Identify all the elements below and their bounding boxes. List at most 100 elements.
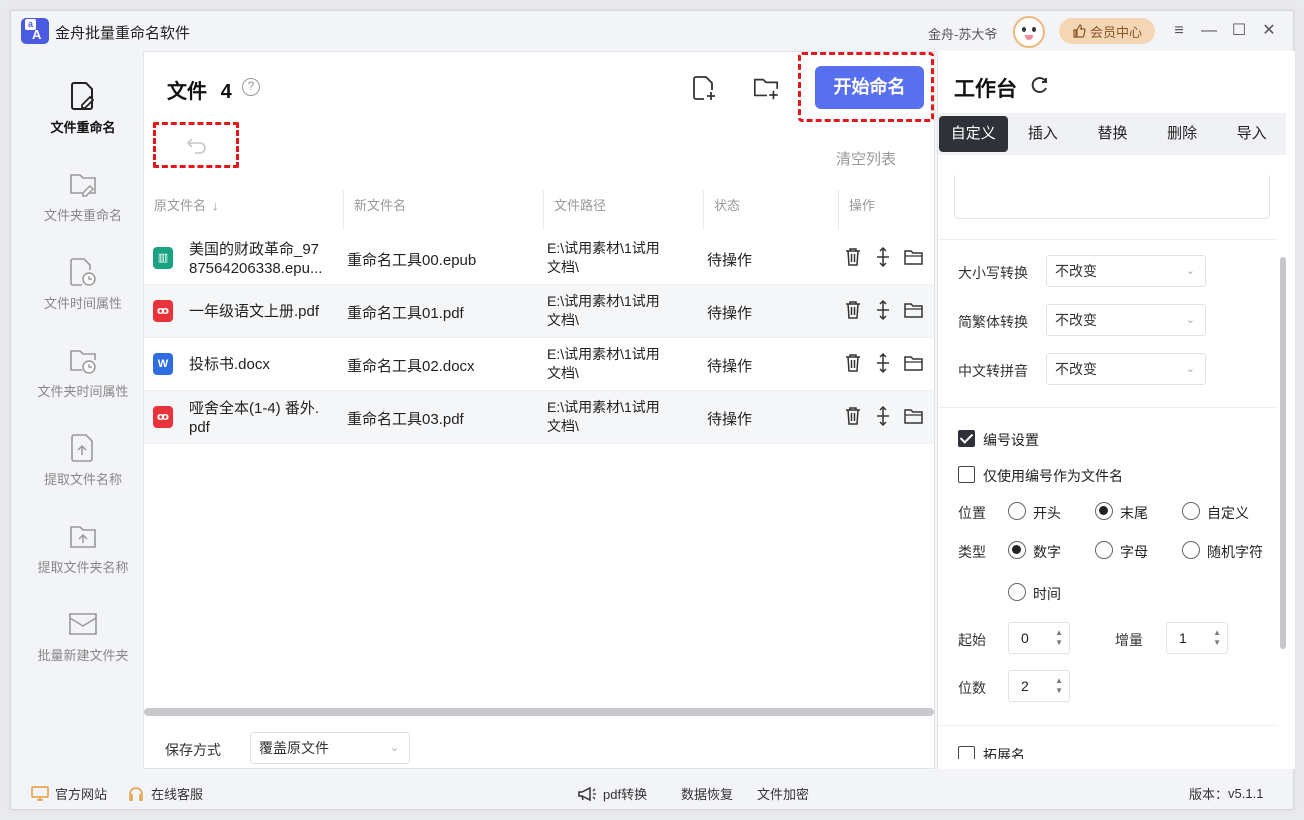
table-row[interactable]: W 投标书.docx 重命名工具02.docx E:\试用素材\1试用 文档\ 待… xyxy=(144,338,934,391)
folder-edit-icon xyxy=(70,174,96,197)
sidebar-item-folder-time[interactable]: 文件夹时间属性 xyxy=(23,345,143,425)
data-recovery-link[interactable]: 数据恢复 xyxy=(681,784,733,803)
start-value-label: 起始 xyxy=(958,632,986,648)
move-icon[interactable] xyxy=(874,405,892,427)
epub-file-icon: ▥ xyxy=(153,247,173,269)
pdf-file-icon: ꝏ xyxy=(153,300,173,322)
app-logo-icon: aA xyxy=(21,18,49,44)
support-link[interactable]: 在线客服 xyxy=(127,784,203,803)
pdf-convert-link[interactable]: pdf转换 xyxy=(577,784,647,803)
word-file-icon: W xyxy=(153,353,173,375)
menu-icon[interactable]: ≡ xyxy=(1169,21,1189,41)
clear-list-button[interactable]: 清空列表 xyxy=(836,148,896,169)
position-start-radio[interactable] xyxy=(1008,502,1026,520)
original-name-line: 美国的财政革命_97 xyxy=(189,241,320,258)
sidebar-item-batch-folder[interactable]: 批量新建文件夹 xyxy=(23,609,143,689)
tab-import[interactable]: 导入 xyxy=(1217,116,1286,152)
vip-center-button[interactable]: 会员中心 xyxy=(1059,18,1155,44)
version-value: v5.1.1 xyxy=(1228,786,1264,801)
table-row[interactable]: ꝏ 一年级语文上册.pdf 重命名工具01.pdf E:\试用素材\1试用 文档\… xyxy=(144,285,934,338)
type-random-radio[interactable] xyxy=(1182,541,1200,559)
custom-text-input[interactable] xyxy=(954,175,1270,219)
divider xyxy=(938,239,1278,240)
undo-button-highlight xyxy=(153,122,239,168)
maximize-icon[interactable]: ☐ xyxy=(1229,21,1249,41)
stepper-arrows-icon[interactable]: ▲ ▼ xyxy=(1213,628,1221,648)
tab-delete[interactable]: 删除 xyxy=(1148,116,1217,152)
only-number-checkbox[interactable] xyxy=(958,466,975,483)
add-file-icon[interactable] xyxy=(690,74,718,102)
close-icon[interactable]: ✕ xyxy=(1259,21,1279,41)
open-folder-icon[interactable] xyxy=(904,405,923,427)
original-name-line: pdf xyxy=(189,419,210,436)
save-mode-select[interactable]: 覆盖原文件 ⌄ xyxy=(250,732,410,764)
pinyin-convert-select[interactable]: 不改变 ⌄ xyxy=(1046,353,1206,385)
pinyin-convert-label: 中文转拼音 xyxy=(958,363,1028,379)
digits-stepper[interactable]: 2 ▲ ▼ xyxy=(1008,670,1070,702)
trash-icon[interactable] xyxy=(844,405,862,427)
add-folder-icon[interactable] xyxy=(752,74,780,102)
open-folder-icon[interactable] xyxy=(904,246,923,268)
sidebar-item-folder-rename[interactable]: 文件夹重命名 xyxy=(23,169,143,249)
position-custom-radio[interactable] xyxy=(1182,502,1200,520)
tab-custom[interactable]: 自定义 xyxy=(939,116,1008,152)
table-row[interactable]: ▥ 美国的财政革命_97 87564206338.epu... 重命名工具00.e… xyxy=(144,232,934,285)
undo-icon[interactable] xyxy=(186,137,208,155)
stepper-arrows-icon[interactable]: ▲ ▼ xyxy=(1055,628,1063,648)
status-text: 待操作 xyxy=(707,252,753,269)
help-icon[interactable]: ? xyxy=(242,78,260,96)
move-icon[interactable] xyxy=(874,246,892,268)
original-name: 投标书.docx xyxy=(189,356,270,373)
tab-insert[interactable]: 插入 xyxy=(1009,116,1078,152)
position-start-label: 开头 xyxy=(1033,505,1061,521)
trash-icon[interactable] xyxy=(844,299,862,321)
table-row[interactable]: ꝏ 哑舍全本(1-4) 番外. pdf 重命名工具03.pdf E:\试用素材\1… xyxy=(144,391,934,444)
trash-icon[interactable] xyxy=(844,246,862,268)
sidebar-item-extract-folder[interactable]: 提取文件夹名称 xyxy=(23,521,143,601)
file-path-line: E:\试用素材\1试用 xyxy=(547,293,660,309)
move-icon[interactable] xyxy=(874,352,892,374)
traditional-convert-select[interactable]: 不改变 ⌄ xyxy=(1046,304,1206,336)
trash-icon[interactable] xyxy=(844,352,862,374)
new-name: 重命名工具02.docx xyxy=(347,358,475,375)
sidebar-item-file-rename[interactable]: 文件重命名 xyxy=(23,81,143,161)
column-label: 原文件名 xyxy=(154,198,207,213)
status-text: 待操作 xyxy=(707,358,753,375)
case-convert-select[interactable]: 不改变 ⌄ xyxy=(1046,255,1206,287)
vertical-scrollbar[interactable] xyxy=(1280,257,1286,649)
user-name: 金舟-苏大爷 xyxy=(928,27,998,42)
type-number-radio[interactable] xyxy=(1008,541,1026,559)
minimize-icon[interactable]: — xyxy=(1199,21,1219,41)
file-encrypt-link[interactable]: 文件加密 xyxy=(757,784,809,803)
open-folder-icon[interactable] xyxy=(904,299,923,321)
stepper-arrows-icon[interactable]: ▲ ▼ xyxy=(1055,676,1063,696)
headset-icon xyxy=(129,786,143,801)
tab-replace[interactable]: 替换 xyxy=(1078,116,1147,152)
open-folder-icon[interactable] xyxy=(904,352,923,374)
digits-value: 2 xyxy=(1021,678,1029,694)
move-icon[interactable] xyxy=(874,299,892,321)
megaphone-icon xyxy=(578,786,596,801)
avatar[interactable] xyxy=(1013,16,1045,48)
type-time-radio[interactable] xyxy=(1008,583,1026,601)
title-bar: aA 金舟批量重命名软件 金舟-苏大爷 会员中心 ≡ — ☐ ✕ xyxy=(11,11,1295,51)
row-actions xyxy=(844,299,923,321)
position-end-radio[interactable] xyxy=(1095,502,1113,520)
start-rename-button[interactable]: 开始命名 xyxy=(815,66,924,109)
type-letter-radio[interactable] xyxy=(1095,541,1113,559)
column-header-original[interactable]: 原文件名 ↓ xyxy=(144,180,219,232)
sidebar-item-file-time[interactable]: 文件时间属性 xyxy=(23,257,143,337)
file-path-line: E:\试用素材\1试用 xyxy=(547,240,660,256)
sidebar-item-extract-file[interactable]: 提取文件名称 xyxy=(23,433,143,513)
website-link[interactable]: 官方网站 xyxy=(31,784,107,803)
file-path-line: 文档\ xyxy=(547,259,579,275)
file-path-line: 文档\ xyxy=(547,312,579,328)
refresh-icon[interactable] xyxy=(1030,75,1050,95)
chevron-down-icon: ⌄ xyxy=(1185,314,1195,326)
numbering-checkbox[interactable] xyxy=(958,430,975,447)
file-path: E:\试用素材\1试用 文档\ xyxy=(547,345,687,383)
step-value-stepper[interactable]: 1 ▲ ▼ xyxy=(1166,622,1228,654)
horizontal-scrollbar[interactable] xyxy=(144,708,934,716)
start-value-stepper[interactable]: 0 ▲ ▼ xyxy=(1008,622,1070,654)
extension-checkbox[interactable] xyxy=(958,746,975,759)
